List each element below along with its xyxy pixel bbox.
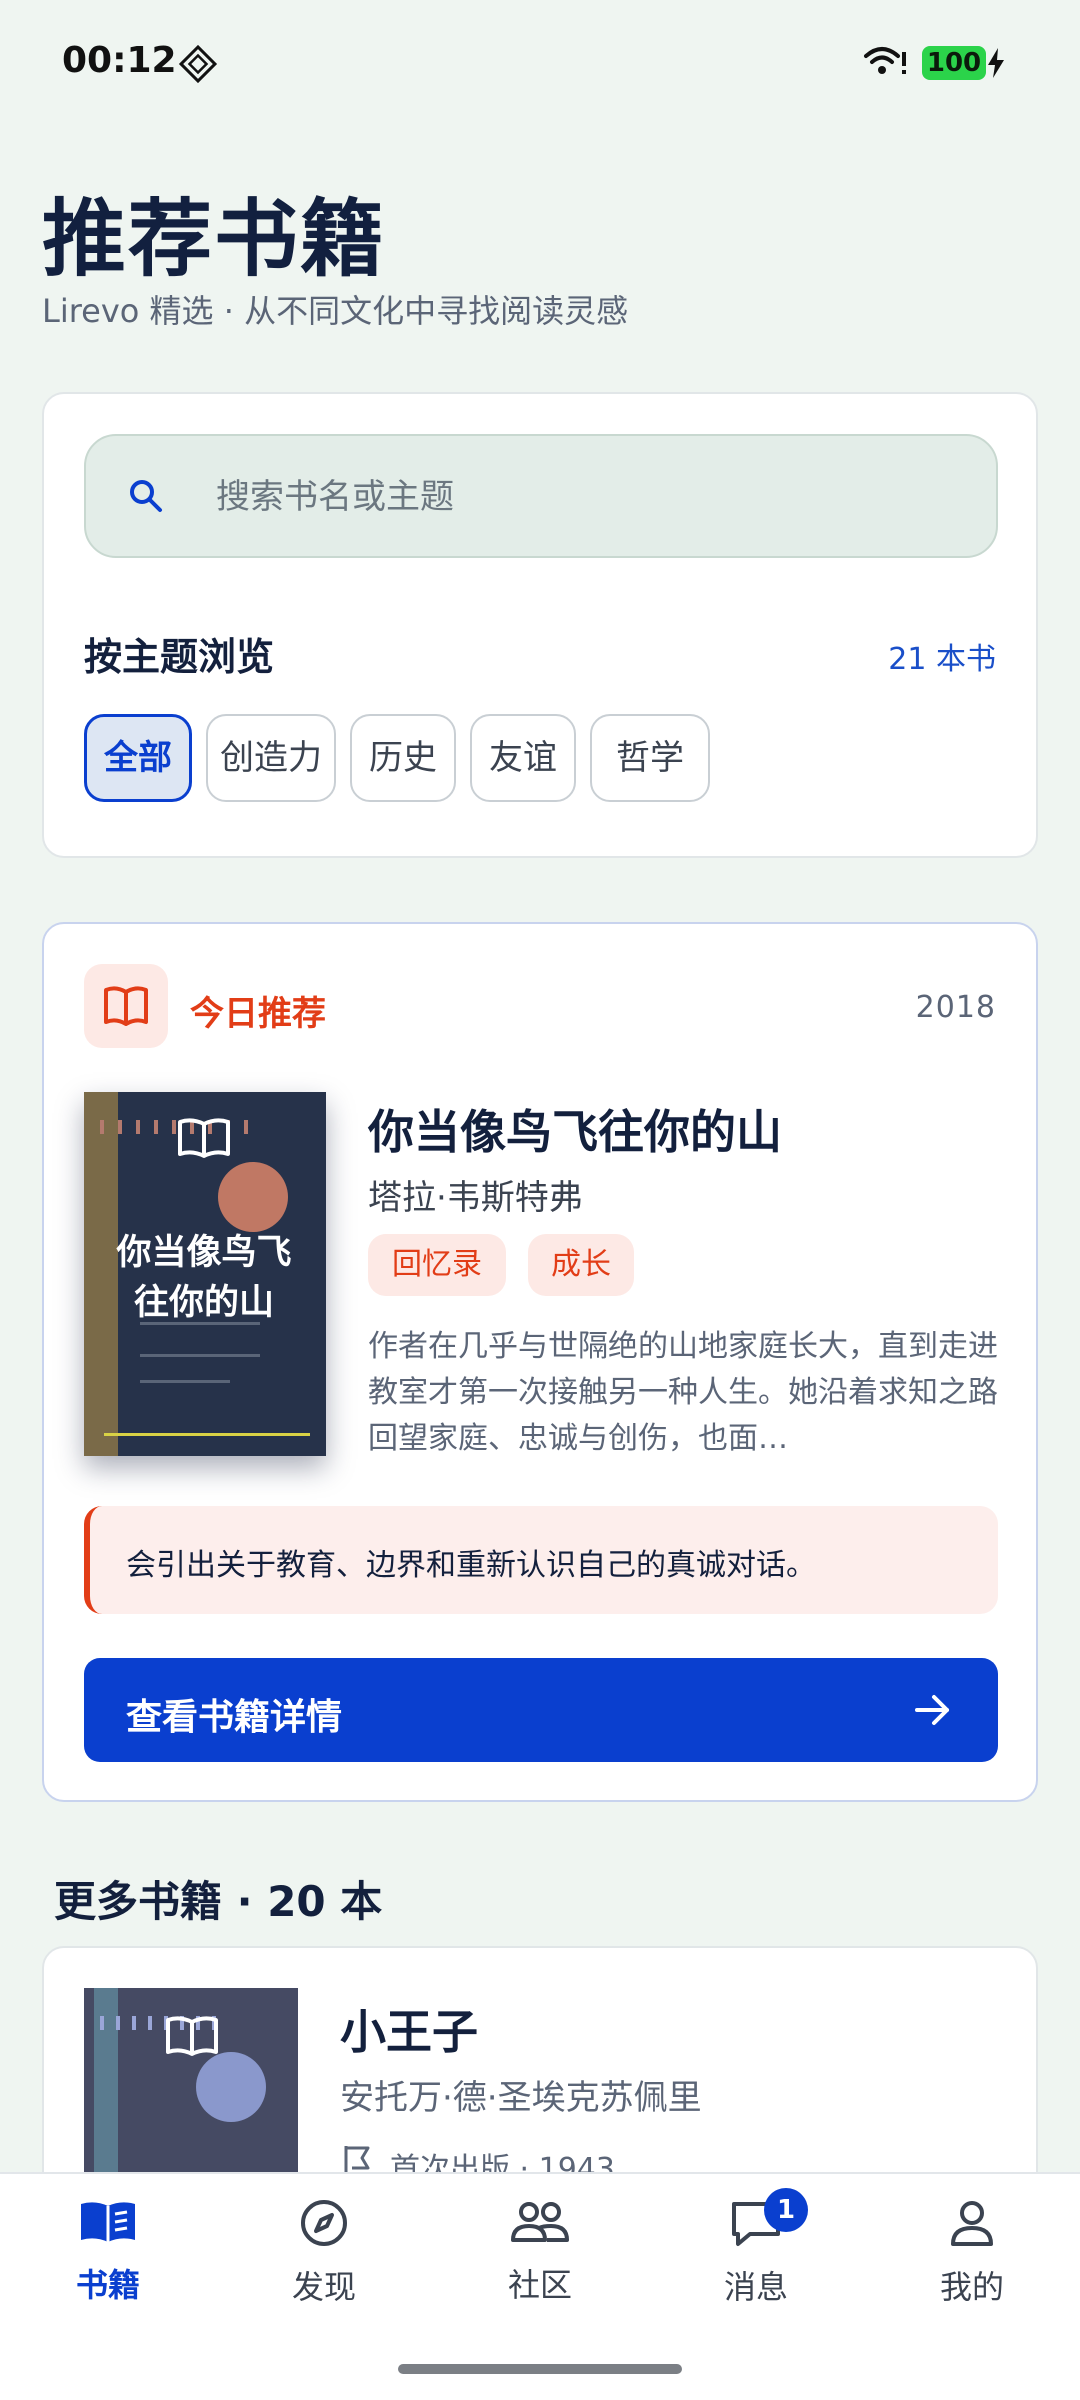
compass-icon (301, 2200, 347, 2246)
quote-text: 会引出关于教育、边界和重新认识自己的真诚对话。 (126, 1548, 816, 1583)
cover-book-icon (178, 1118, 230, 1158)
status-time: 00:12 (62, 40, 177, 81)
more-books-title: 更多书籍 · 20 本 (54, 1877, 383, 1926)
book-count: 21 本书 (888, 642, 996, 677)
featured-author: 塔拉·韦斯特弗 (368, 1178, 583, 1218)
cover-book-icon (166, 2016, 218, 2056)
nav-label: 书籍 (75, 2266, 140, 2304)
nav-community[interactable]: 社区 (460, 2198, 620, 2328)
open-book-icon (104, 986, 148, 1026)
search-input[interactable] (216, 462, 956, 532)
nav-books[interactable]: 书籍 (28, 2198, 188, 2328)
search-box[interactable] (84, 434, 998, 558)
nav-label: 发现 (291, 2268, 356, 2306)
cover-line (140, 1380, 230, 1383)
book-cover[interactable]: 你当像鸟飞往你的山 (84, 1092, 326, 1456)
chip-creativity[interactable]: 创造力 (206, 714, 336, 802)
cover-line (140, 1354, 260, 1357)
featured-book-title[interactable]: 你当像鸟飞往你的山 (368, 1096, 782, 1162)
status-bar: 00:12 100 (0, 0, 1080, 125)
chip-friendship[interactable]: 友谊 (470, 714, 576, 802)
cover-underline (104, 1433, 310, 1436)
home-indicator[interactable] (398, 2364, 682, 2374)
profile-icon (951, 2201, 993, 2246)
nav-profile[interactable]: 我的 (892, 2198, 1052, 2328)
dnd-icon (178, 44, 218, 84)
page-subtitle: Lirevo 精选 · 从不同文化中寻找阅读灵感 (42, 292, 629, 330)
cover-spine (84, 1092, 118, 1456)
tag-growth[interactable]: 成长 (528, 1234, 634, 1296)
message-badge: 1 (764, 2188, 808, 2232)
chip-philosophy[interactable]: 哲学 (590, 714, 710, 802)
tag-memoir[interactable]: 回忆录 (368, 1234, 506, 1296)
nav-label: 我的 (939, 2268, 1004, 2306)
page-title: 推荐书籍 (42, 190, 387, 288)
nav-messages[interactable]: 1 消息 (676, 2188, 836, 2328)
featured-description: 作者在几乎与世隔绝的山地家庭长大，直到走进教室才第一次接触另一种人生。她沿着求知… (368, 1329, 998, 1456)
battery-icon: 100 (922, 46, 986, 80)
featured-year: 2018 (915, 990, 996, 1025)
book-title[interactable]: 小王子 (340, 1996, 478, 2062)
view-details-label: 查看书籍详情 (126, 1697, 343, 1738)
cover-line (140, 1322, 260, 1325)
view-details-button[interactable]: 查看书籍详情 (84, 1658, 998, 1762)
cover-sun (196, 2052, 266, 2122)
chip-all[interactable]: 全部 (84, 714, 192, 802)
book-icon (81, 2202, 135, 2242)
quote-box: 会引出关于教育、边界和重新认识自己的真诚对话。 (84, 1506, 998, 1614)
nav-label: 消息 (723, 2268, 788, 2306)
featured-badge (84, 964, 168, 1048)
topic-chips: 全部 创造力 历史 友谊 哲学 (84, 712, 998, 806)
nav-label: 社区 (507, 2266, 572, 2304)
browse-title: 按主题浏览 (84, 635, 275, 679)
arrow-right-icon (915, 1695, 949, 1725)
charging-bolt-icon (988, 48, 1004, 78)
featured-label: 今日推荐 (190, 994, 326, 1034)
cover-title: 你当像鸟飞往你的山 (116, 1233, 292, 1323)
search-card: 按主题浏览 21 本书 全部 创造力 历史 友谊 哲学 (42, 392, 1038, 858)
cover-sun (218, 1162, 288, 1232)
wifi-icon (864, 47, 906, 74)
people-icon (511, 2202, 569, 2242)
nav-discover[interactable]: 发现 (244, 2198, 404, 2328)
book-author: 安托万·德·圣埃克苏佩里 (340, 2078, 702, 2118)
search-icon (130, 480, 162, 512)
featured-card: 今日推荐 2018 你当像鸟飞往你的山 你当像鸟飞往你的山 塔拉·韦斯特弗 回忆… (42, 922, 1038, 1802)
chip-history[interactable]: 历史 (350, 714, 456, 802)
